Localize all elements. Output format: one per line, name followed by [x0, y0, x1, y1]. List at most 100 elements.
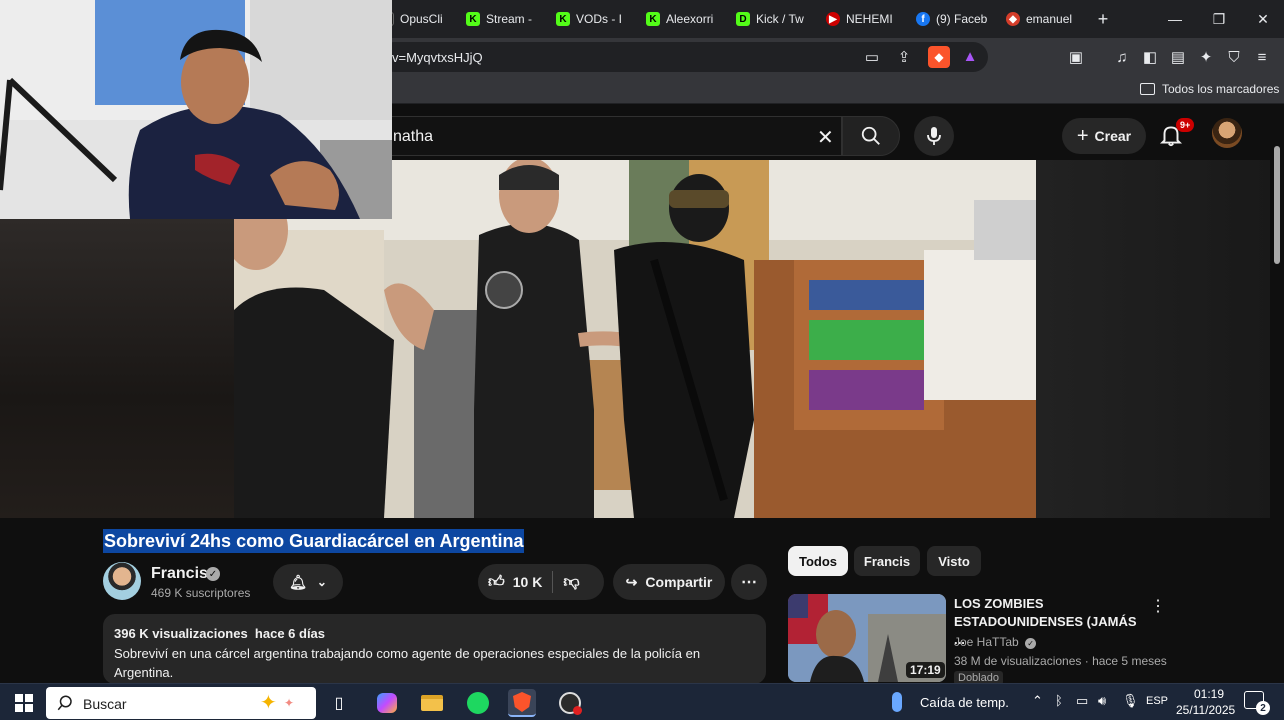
tab-label: Aleexorri	[666, 12, 714, 26]
search-input[interactable]: natha ✕	[330, 116, 842, 156]
taskbar-search-input[interactable]: Buscar ✦ ✦	[46, 687, 316, 719]
clear-search-icon[interactable]: ✕	[817, 125, 834, 150]
search-button[interactable]	[842, 116, 900, 156]
channel-avatar[interactable]	[103, 562, 141, 600]
tab-label: NEHEMI	[846, 12, 893, 26]
clock-date[interactable]: 25/11/2025	[1176, 703, 1235, 717]
create-label: Crear	[1094, 128, 1132, 144]
search-icon	[861, 126, 880, 145]
tab-label: OpusClip	[400, 12, 442, 26]
chevron-down-icon: ⌄	[316, 575, 327, 589]
bell-icon: 🔔︎	[289, 573, 307, 590]
clock-time[interactable]: 01:19	[1190, 687, 1224, 701]
bluetooth-icon[interactable]: ᛒ	[1055, 693, 1063, 708]
tab-label: Stream -	[486, 12, 533, 26]
obs-icon[interactable]	[556, 689, 584, 717]
spotify-icon[interactable]	[464, 689, 492, 717]
weather-widget[interactable]: Caída de temp.	[920, 695, 1009, 710]
chevron-up-icon[interactable]: ⌃	[1032, 693, 1043, 709]
sparkle-small-icon: ✦	[284, 696, 295, 710]
wallet-icon[interactable]: ▤	[1168, 47, 1188, 67]
close-icon[interactable]: ✕	[1252, 8, 1274, 30]
kick-icon: K	[646, 12, 660, 26]
youtube-icon: ▶	[826, 12, 840, 26]
more-actions-button[interactable]: ⋯	[731, 564, 767, 600]
chip-visto[interactable]: Visto	[927, 546, 981, 576]
share-button[interactable]: ↪ Compartir	[613, 564, 725, 600]
search-placeholder: Buscar	[83, 696, 127, 712]
task-view-icon[interactable]: ▯	[325, 689, 353, 717]
recommended-channel[interactable]: Joe HaTTab ✓	[954, 635, 1037, 649]
webcam-overlay	[0, 0, 392, 219]
notification-badge: 9+	[1176, 118, 1195, 132]
language-indicator[interactable]: ESP	[1146, 695, 1168, 707]
cast-icon[interactable]: ▭	[862, 47, 882, 67]
video-duration: 17:19	[906, 662, 945, 678]
search-icon	[57, 695, 72, 711]
plus-icon: +	[1076, 124, 1089, 147]
url-text: v=MyqvtxsHJjQ	[392, 50, 483, 65]
tab-aleexorri[interactable]: K Aleexorri	[646, 6, 716, 32]
vpn-icon[interactable]: ⛉	[1224, 47, 1244, 67]
view-count: 396 K visualizaciones	[114, 626, 248, 641]
verified-icon: ✓	[1025, 638, 1037, 649]
like-icon[interactable]: 👍︎	[488, 573, 505, 592]
dislike-icon[interactable]: 👎︎	[563, 573, 579, 592]
share-icon[interactable]: ⇪	[894, 47, 914, 67]
verified-icon: ✓	[206, 567, 220, 581]
channel-subscribers: 469 K suscriptores	[151, 586, 251, 600]
tab-kick-tw[interactable]: D Kick / Tw	[736, 6, 806, 32]
thermometer-icon	[892, 692, 902, 712]
copilot-icon[interactable]	[373, 689, 401, 717]
new-tab-button[interactable]: +	[1092, 8, 1114, 30]
tab-nehemi[interactable]: ▶ NEHEMI	[826, 6, 896, 32]
channel-name[interactable]: Francis	[151, 565, 208, 583]
recommended-age: hace 5 meses	[1092, 654, 1167, 668]
restore-icon[interactable]: ❐	[1208, 8, 1230, 30]
voice-search-button[interactable]	[914, 116, 954, 156]
windows-taskbar: Buscar ✦ ✦ ▯ Caída de temp. ⌃ ᛒ ▭ 🔊︎ 🎙︎ …	[0, 683, 1284, 720]
create-button[interactable]: + Crear	[1062, 118, 1146, 154]
microphone-icon[interactable]: 🎙︎	[1122, 693, 1139, 709]
description-text: Sobreviví en una cárcel argentina trabaj…	[114, 646, 701, 680]
chip-todos[interactable]: Todos	[788, 546, 848, 576]
notification-count-badge: 2	[1256, 701, 1270, 715]
file-explorer-icon[interactable]	[418, 689, 446, 717]
folder-icon	[1140, 83, 1155, 95]
account-avatar[interactable]	[1212, 118, 1242, 148]
all-bookmarks-link[interactable]: Todos los marcadores	[1162, 82, 1279, 96]
tab-label: VODs - I	[576, 12, 623, 26]
subscription-bell-button[interactable]: 🔔︎ ⌄	[273, 564, 343, 600]
tab-vods[interactable]: K VODs - I	[556, 6, 624, 32]
like-count[interactable]: 10 K	[513, 574, 543, 590]
windows-start-icon[interactable]	[10, 689, 38, 717]
tab-emanuel[interactable]: ◆ emanuel	[1006, 6, 1078, 32]
brave-browser-icon[interactable]	[508, 689, 536, 717]
scrollbar-thumb[interactable]	[1274, 146, 1280, 264]
brave-shields-icon[interactable]: ◆	[928, 46, 950, 68]
chip-francis[interactable]: Francis	[854, 546, 920, 576]
share-icon: ↪	[625, 573, 638, 590]
view-stats: 396 K visualizaciones hace 6 días	[114, 626, 325, 641]
description-box[interactable]: 396 K visualizaciones hace 6 días Sobrev…	[103, 614, 766, 684]
split-view-icon[interactable]: ◧	[1140, 47, 1160, 67]
leo-ai-icon[interactable]: ✦	[1196, 47, 1216, 67]
music-icon[interactable]: ♫	[1112, 47, 1132, 67]
more-options-icon[interactable]: ⋮	[1150, 596, 1166, 616]
volume-icon[interactable]: 🔊︎	[1098, 693, 1106, 709]
minimize-icon[interactable]: —	[1164, 8, 1186, 30]
search-query: natha	[393, 128, 434, 145]
menu-icon[interactable]: ≡	[1252, 47, 1272, 67]
channel-name: Joe HaTTab	[954, 635, 1019, 649]
sparkle-icon: ✦	[260, 692, 277, 714]
network-icon[interactable]: ▭	[1076, 693, 1088, 709]
brave-icon: ◆	[1006, 12, 1020, 26]
tab-facebook[interactable]: f (9) Faceb	[916, 6, 988, 32]
tab-stream[interactable]: K Stream -	[466, 6, 538, 32]
brave-rewards-icon[interactable]: ▲	[960, 46, 980, 66]
sidebar-toggle-icon[interactable]: ▣	[1066, 47, 1086, 67]
kick-icon: K	[466, 12, 480, 26]
tab-label: Kick / Tw	[756, 12, 804, 26]
video-ambient-right	[1036, 160, 1270, 518]
divider	[552, 571, 554, 593]
